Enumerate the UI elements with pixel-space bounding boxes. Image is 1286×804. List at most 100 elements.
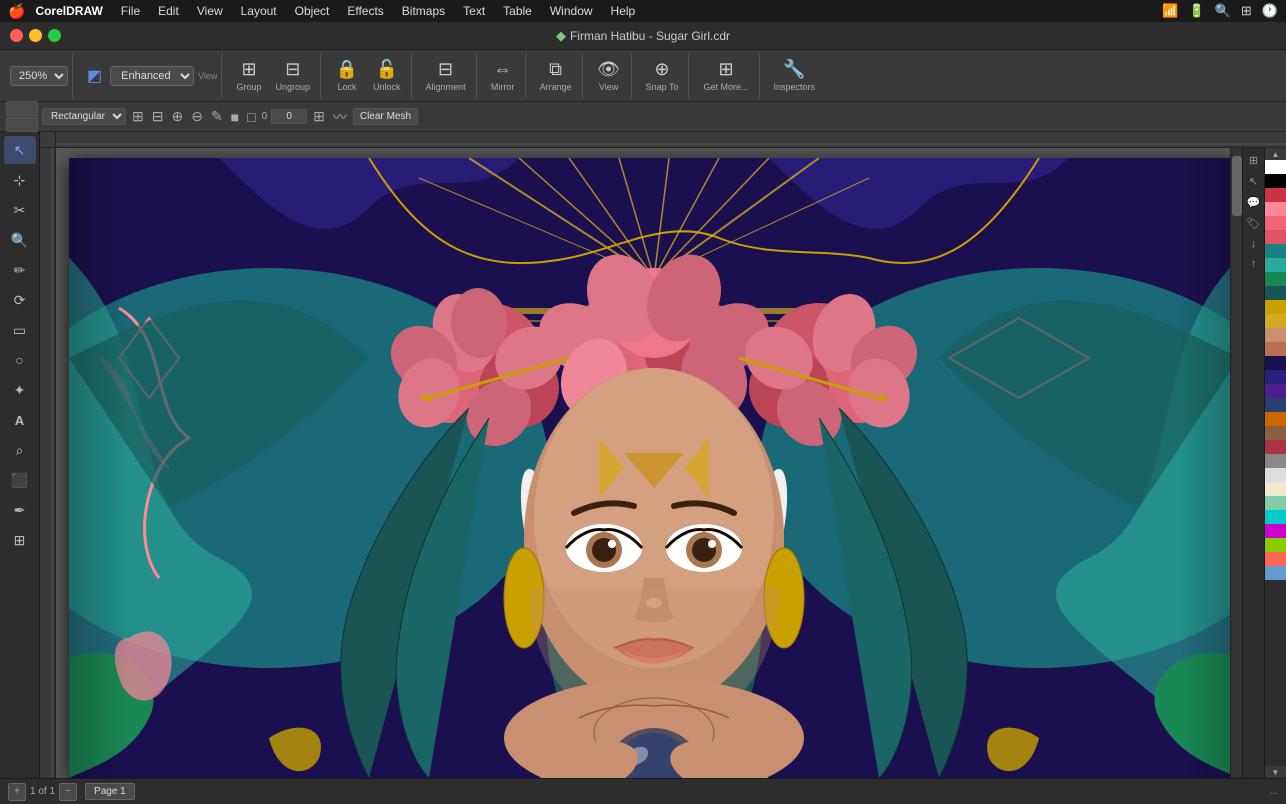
smooth-icon[interactable]: 〰 (331, 107, 349, 127)
interactive-tool[interactable]: ⊞ (4, 526, 36, 554)
clear-mesh-button[interactable]: Clear Mesh (353, 108, 418, 125)
color-swatch-darkgreen[interactable] (1265, 286, 1286, 300)
smart-tool[interactable]: ⟳ (4, 286, 36, 314)
color-swatch-navy[interactable] (1265, 356, 1286, 370)
right-panel-btn-2[interactable]: ↖ (1247, 173, 1260, 190)
snap-to-button[interactable]: ⊕ Snap To (640, 56, 685, 95)
view-button[interactable]: 👁 View (591, 56, 627, 95)
menu-view[interactable]: View (189, 2, 231, 20)
color-swatch-skin[interactable] (1265, 328, 1286, 342)
zoom-tool[interactable]: 🔍 (4, 226, 36, 254)
right-panel-btn-1[interactable]: ⊞ (1247, 152, 1260, 169)
right-panel-btn-3[interactable]: 💬 (1245, 194, 1263, 211)
color-swatch-lightgrey[interactable] (1265, 468, 1286, 482)
shape-type-select[interactable]: Rectangular Curved (42, 108, 126, 125)
color-swatch-cyan[interactable] (1265, 510, 1286, 524)
menu-table[interactable]: Table (495, 2, 540, 20)
grid-rows-input[interactable]: 2 (6, 101, 38, 116)
color-swatch-black[interactable] (1265, 174, 1286, 188)
get-more-button[interactable]: ⊞ Get More... (697, 56, 754, 95)
select-tool[interactable]: ↖ (4, 136, 36, 164)
grid-cols-input[interactable]: 2 (6, 117, 38, 132)
add-page-button[interactable]: + (8, 783, 26, 801)
close-button[interactable] (10, 29, 23, 42)
control-icon[interactable]: ⊞ (1241, 3, 1252, 19)
mesh-input[interactable] (271, 109, 307, 124)
color-swatch-lime[interactable] (1265, 538, 1286, 552)
color-swatch-teal2[interactable] (1265, 258, 1286, 272)
crop-tool[interactable]: ✂ (4, 196, 36, 224)
color-swatch-red[interactable] (1265, 188, 1286, 202)
page-name-label[interactable]: Page 1 (85, 783, 135, 800)
scrollbar-thumb[interactable] (1232, 156, 1242, 216)
color-swatch-orange[interactable] (1265, 412, 1286, 426)
group-button[interactable]: ⊞ Group (230, 56, 267, 95)
node-add-icon[interactable]: ⊕ (169, 108, 185, 125)
color-swatch-brown[interactable] (1265, 426, 1286, 440)
color-swatch-yellow[interactable] (1265, 314, 1286, 328)
menu-help[interactable]: Help (603, 2, 644, 20)
menu-bitmaps[interactable]: Bitmaps (394, 2, 453, 20)
color-swatch-magenta[interactable] (1265, 524, 1286, 538)
right-panel-btn-4[interactable]: 🏷 (1245, 215, 1263, 232)
mirror-button[interactable]: ⇔ Mirror (485, 56, 521, 95)
remove-page-button[interactable]: − (59, 783, 77, 801)
menu-layout[interactable]: Layout (233, 2, 285, 20)
color-swatch-white[interactable] (1265, 160, 1286, 174)
arrange-button[interactable]: ⧉ Arrange (534, 56, 578, 95)
color-swatch-teal[interactable] (1265, 244, 1286, 258)
color-swatch-grey[interactable] (1265, 454, 1286, 468)
color-swatch-salmon[interactable] (1265, 202, 1286, 216)
color-swatch-purple[interactable] (1265, 384, 1286, 398)
search-icon[interactable]: 🔍 (1215, 3, 1231, 19)
menu-edit[interactable]: Edit (150, 2, 187, 20)
color-swatch-mint[interactable] (1265, 496, 1286, 510)
color-swatch-rose[interactable] (1265, 230, 1286, 244)
color-swatch-skyblue[interactable] (1265, 566, 1286, 580)
node-tool[interactable]: ⊹ (4, 166, 36, 194)
callout-tool[interactable]: ⌕ (4, 436, 36, 464)
color-swatch-darkblue[interactable] (1265, 370, 1286, 384)
inspectors-button[interactable]: 🔧 Inspectors (768, 56, 822, 95)
fill-tool[interactable]: ⬛ (4, 466, 36, 494)
unlock-button[interactable]: 🔓 Unlock (367, 56, 407, 95)
node-delete-icon[interactable]: ⊖ (189, 108, 205, 125)
color-swatch-gold[interactable] (1265, 300, 1286, 314)
view-modes-button[interactable]: ◩ (81, 63, 108, 89)
color-swatch-coral[interactable] (1265, 552, 1286, 566)
menu-text[interactable]: Text (455, 2, 493, 20)
stroke-color-icon[interactable]: □ (245, 109, 257, 125)
minimize-button[interactable] (29, 29, 42, 42)
menu-file[interactable]: File (113, 2, 148, 20)
maximize-button[interactable] (48, 29, 61, 42)
menu-object[interactable]: Object (287, 2, 338, 20)
eyedropper-tool[interactable]: ✒ (4, 496, 36, 524)
lock-button[interactable]: 🔒 Lock (329, 56, 365, 95)
palette-scroll-up[interactable]: ▲ (1265, 148, 1286, 160)
right-panel-btn-5[interactable]: ↓ (1249, 236, 1259, 252)
enhanced-select[interactable]: Enhanced Normal Draft (110, 66, 194, 86)
vertical-scrollbar[interactable] (1230, 148, 1242, 778)
color-swatch-blue[interactable] (1265, 398, 1286, 412)
zoom-select[interactable]: 250% 100% 200% (10, 66, 68, 86)
freehand-tool[interactable]: ✏ (4, 256, 36, 284)
rectangle-tool[interactable]: ▭ (4, 316, 36, 344)
right-panel-btn-6[interactable]: ↑ (1249, 256, 1259, 272)
menu-window[interactable]: Window (542, 2, 601, 20)
color-swatch-darkred[interactable] (1265, 440, 1286, 454)
alignment-button[interactable]: ⊟ Alignment (420, 56, 472, 95)
mesh-mode-icon[interactable]: ⊞ (311, 108, 327, 125)
menu-effects[interactable]: Effects (339, 2, 391, 20)
canvas-area[interactable] (56, 148, 1242, 778)
more-options-button[interactable]: ... (1270, 786, 1278, 797)
color-swatch-cream[interactable] (1265, 482, 1286, 496)
polygon-tool[interactable]: ✦ (4, 376, 36, 404)
ellipse-tool[interactable]: ○ (4, 346, 36, 374)
color-swatch-pink[interactable] (1265, 216, 1286, 230)
pen-icon[interactable]: ✎ (209, 108, 225, 125)
color-swatch-green[interactable] (1265, 272, 1286, 286)
ungroup-button[interactable]: ⊟ Ungroup (270, 56, 317, 95)
palette-scroll-down[interactable]: ▼ (1265, 766, 1286, 778)
fill-color-icon[interactable]: ■ (229, 109, 241, 125)
text-tool[interactable]: A (4, 406, 36, 434)
